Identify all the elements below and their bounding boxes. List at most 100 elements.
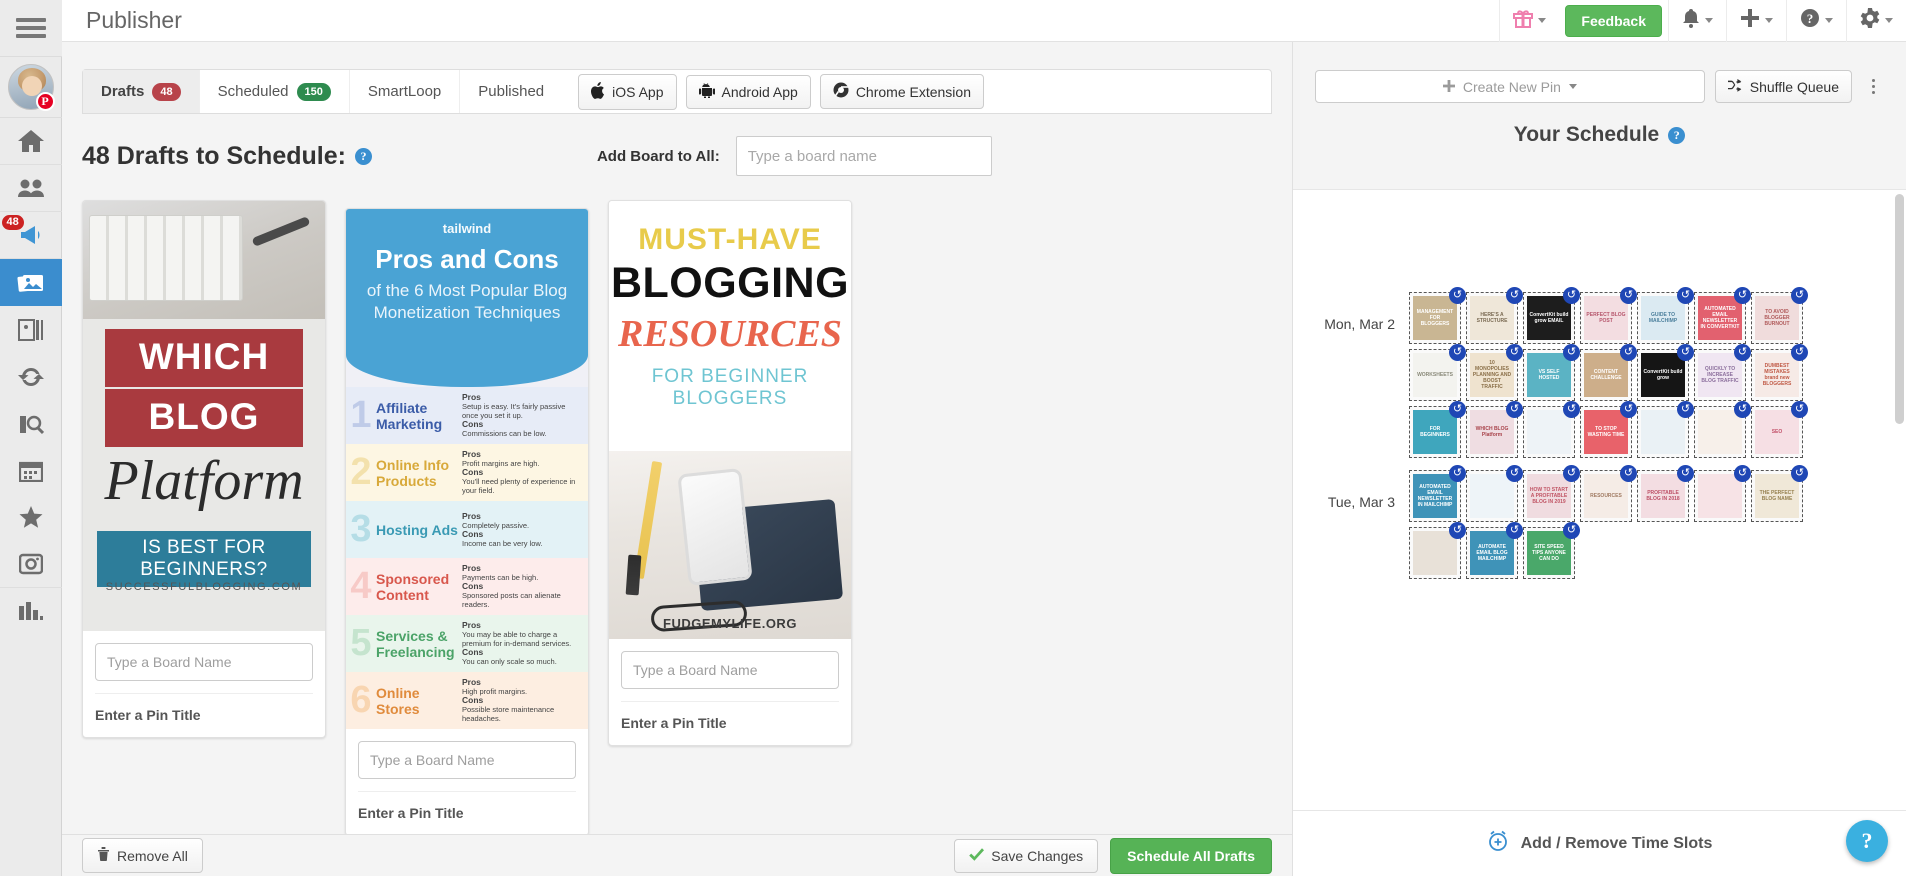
- create-new-pin-button[interactable]: Create New Pin: [1315, 70, 1705, 103]
- smartloop-badge-icon[interactable]: ↺: [1506, 465, 1523, 482]
- android-app-button[interactable]: Android App: [685, 74, 811, 109]
- schedule-slot[interactable]: PERFECT BLOG POST ↺: [1580, 287, 1637, 344]
- smartloop-badge-icon[interactable]: ↺: [1791, 287, 1808, 304]
- drafts-help-icon[interactable]: ?: [354, 147, 372, 165]
- sidebar-item-promotions[interactable]: 48: [0, 212, 62, 259]
- smartloop-badge-icon[interactable]: ↺: [1677, 401, 1694, 418]
- schedule-slot[interactable]: AUTOMATED EMAIL NEWSLETTER IN MAILCHIMP ↺: [1409, 465, 1466, 522]
- sidebar-item-instagram[interactable]: [0, 541, 62, 588]
- schedule-slot[interactable]: ↺: [1637, 401, 1694, 458]
- tab-scheduled[interactable]: Scheduled 150: [200, 70, 350, 113]
- schedule-slot[interactable]: ConvertKit build grow EMAIL ↺: [1523, 287, 1580, 344]
- sidebar-item-smartloop[interactable]: [0, 353, 62, 400]
- shuffle-queue-button[interactable]: Shuffle Queue: [1714, 70, 1852, 103]
- schedule-slot[interactable]: AUTOMATE EMAIL BLOG MAILCHIMP ↺: [1466, 522, 1523, 579]
- smartloop-badge-icon[interactable]: ↺: [1563, 401, 1580, 418]
- smartloop-badge-icon[interactable]: ↺: [1620, 465, 1637, 482]
- sidebar-item-calendar[interactable]: [0, 447, 62, 494]
- draft-card[interactable]: WHICH BLOG Platform IS BEST FOR BEGINNER…: [82, 200, 326, 738]
- pin-title-field[interactable]: Enter a Pin Title: [621, 701, 839, 745]
- schedule-slot[interactable]: ↺: [1409, 522, 1466, 579]
- schedule-slot[interactable]: SEO ↺: [1751, 401, 1808, 458]
- draft-card[interactable]: tailwind Pros and Cons of the 6 Most Pop…: [345, 208, 589, 836]
- smartloop-badge-icon[interactable]: ↺: [1620, 287, 1637, 304]
- schedule-grid[interactable]: Mon, Mar 2 MANAGEMENT FOR BLOGGERS ↺ HERE'S…: [1293, 189, 1906, 810]
- smartloop-badge-icon[interactable]: ↺: [1563, 287, 1580, 304]
- pin-title-field[interactable]: Enter a Pin Title: [95, 693, 313, 737]
- schedule-slot[interactable]: THE PERFECT BLOG NAME ↺: [1751, 465, 1808, 522]
- smartloop-badge-icon[interactable]: ↺: [1449, 287, 1466, 304]
- schedule-slot[interactable]: DUMBEST MISTAKES brand new BLOGGERS ↺: [1751, 344, 1808, 401]
- tab-drafts[interactable]: Drafts 48: [83, 70, 200, 113]
- smartloop-badge-icon[interactable]: ↺: [1791, 401, 1808, 418]
- schedule-slot[interactable]: WHICH BLOG Platform ↺: [1466, 401, 1523, 458]
- schedule-slot[interactable]: CONTENT CHALLENGE ↺: [1580, 344, 1637, 401]
- add-button[interactable]: [1726, 0, 1786, 42]
- notifications-button[interactable]: [1668, 0, 1726, 42]
- add-board-input[interactable]: [735, 136, 992, 176]
- schedule-slot[interactable]: ↺: [1466, 465, 1523, 522]
- schedule-slot[interactable]: TO STOP WASTING TIME ↺: [1580, 401, 1637, 458]
- smartloop-badge-icon[interactable]: ↺: [1620, 401, 1637, 418]
- smartloop-badge-icon[interactable]: ↺: [1677, 344, 1694, 361]
- remove-all-button[interactable]: Remove All: [82, 838, 203, 873]
- smartloop-badge-icon[interactable]: ↺: [1449, 344, 1466, 361]
- smartloop-badge-icon[interactable]: ↺: [1677, 287, 1694, 304]
- smartloop-badge-icon[interactable]: ↺: [1734, 465, 1751, 482]
- smartloop-badge-icon[interactable]: ↺: [1620, 344, 1637, 361]
- sidebar-item-home[interactable]: [0, 118, 62, 165]
- help-fab-button[interactable]: ?: [1846, 820, 1888, 862]
- schedule-slot[interactable]: WORKSHEETS ↺: [1409, 344, 1466, 401]
- schedule-slot[interactable]: GUIDE TO MAILCHIMP ↺: [1637, 287, 1694, 344]
- avatar[interactable]: P: [0, 56, 62, 118]
- draft-card[interactable]: MUST-HAVE BLOGGING RESOURCES FOR BEGINNE…: [608, 200, 852, 746]
- schedule-slot[interactable]: ↺: [1694, 465, 1751, 522]
- schedule-help-icon[interactable]: ?: [1668, 126, 1686, 144]
- smartloop-badge-icon[interactable]: ↺: [1506, 522, 1523, 539]
- gift-button[interactable]: [1499, 0, 1559, 42]
- smartloop-badge-icon[interactable]: ↺: [1791, 344, 1808, 361]
- smartloop-badge-icon[interactable]: ↺: [1677, 465, 1694, 482]
- feedback-button[interactable]: Feedback: [1565, 4, 1662, 37]
- smartloop-badge-icon[interactable]: ↺: [1734, 287, 1751, 304]
- pin-title-field[interactable]: Enter a Pin Title: [358, 791, 576, 835]
- smartloop-badge-icon[interactable]: ↺: [1563, 344, 1580, 361]
- scrollbar-thumb[interactable]: [1895, 194, 1904, 424]
- smartloop-badge-icon[interactable]: ↺: [1449, 522, 1466, 539]
- smartloop-badge-icon[interactable]: ↺: [1449, 401, 1466, 418]
- smartloop-badge-icon[interactable]: ↺: [1563, 465, 1580, 482]
- schedule-slot[interactable]: ↺: [1694, 401, 1751, 458]
- schedule-all-drafts-button[interactable]: Schedule All Drafts: [1110, 837, 1272, 874]
- sidebar-item-tribes[interactable]: [0, 165, 62, 212]
- sidebar-item-boards[interactable]: [0, 306, 62, 353]
- smartloop-badge-icon[interactable]: ↺: [1506, 401, 1523, 418]
- hamburger-menu-icon[interactable]: [0, 0, 62, 56]
- schedule-slot[interactable]: MANAGEMENT FOR BLOGGERS ↺: [1409, 287, 1466, 344]
- schedule-slot[interactable]: 10 MONOPOLIES PLANNING AND BOOST TRAFFIC…: [1466, 344, 1523, 401]
- smartloop-badge-icon[interactable]: ↺: [1449, 465, 1466, 482]
- tab-published[interactable]: Published: [460, 70, 562, 113]
- schedule-slot[interactable]: TO AVOID BLOGGER BURNOUT ↺: [1751, 287, 1808, 344]
- schedule-slot[interactable]: SITE SPEED TIPS ANYONE CAN DO ↺: [1523, 522, 1580, 579]
- schedule-slot[interactable]: QUICKLY TO INCREASE BLOG TRAFFIC ↺: [1694, 344, 1751, 401]
- tab-smartloop[interactable]: SmartLoop: [350, 70, 461, 113]
- schedule-slot[interactable]: ↺: [1523, 401, 1580, 458]
- schedule-slot[interactable]: AUTOMATED EMAIL NEWSLETTER IN CONVERTKIT…: [1694, 287, 1751, 344]
- schedule-slot[interactable]: PROFITABLE BLOG IN 2018 ↺: [1637, 465, 1694, 522]
- chrome-extension-button[interactable]: Chrome Extension: [819, 74, 984, 109]
- save-changes-button[interactable]: Save Changes: [954, 838, 1099, 873]
- smartloop-badge-icon[interactable]: ↺: [1791, 465, 1808, 482]
- smartloop-badge-icon[interactable]: ↺: [1506, 287, 1523, 304]
- settings-button[interactable]: [1846, 0, 1906, 42]
- schedule-more-menu[interactable]: [1862, 79, 1884, 94]
- sidebar-item-insights[interactable]: [0, 400, 62, 447]
- sidebar-item-publisher[interactable]: [0, 259, 62, 306]
- smartloop-badge-icon[interactable]: ↺: [1734, 401, 1751, 418]
- add-remove-time-slots-label[interactable]: Add / Remove Time Slots: [1521, 835, 1713, 853]
- pin-board-input[interactable]: [621, 651, 839, 689]
- help-button[interactable]: ?: [1786, 0, 1846, 42]
- smartloop-badge-icon[interactable]: ↺: [1734, 344, 1751, 361]
- pin-board-input[interactable]: [95, 643, 313, 681]
- smartloop-badge-icon[interactable]: ↺: [1563, 522, 1580, 539]
- schedule-scrollbar[interactable]: [1895, 194, 1904, 806]
